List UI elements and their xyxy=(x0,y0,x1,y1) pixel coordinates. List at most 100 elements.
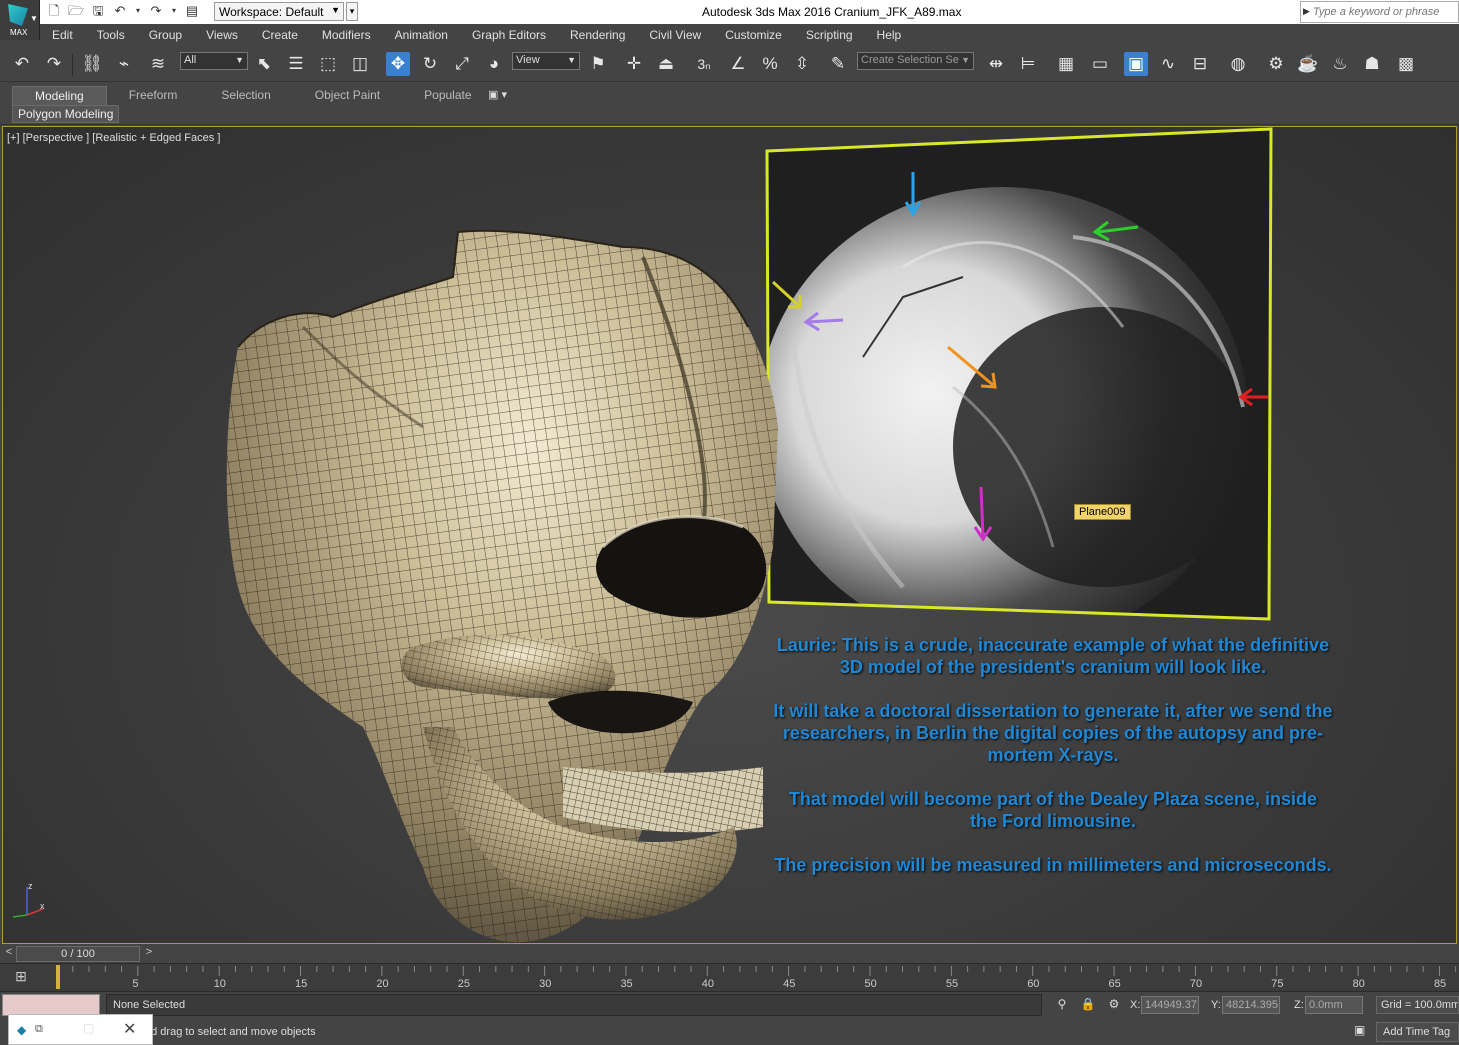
taskbar-thumbnail[interactable]: ◆ ⧉ ▢ ✕ xyxy=(8,1014,153,1045)
bind-to-space-warp-icon[interactable]: ≋ xyxy=(146,52,170,76)
select-and-place-icon[interactable]: ◕ xyxy=(482,52,506,76)
absolute-mode-transform-icon[interactable]: ⚙ xyxy=(1106,997,1122,1013)
select-object-icon[interactable]: ⬉ xyxy=(252,52,276,76)
open-file-icon[interactable]: 🗁 xyxy=(68,3,84,19)
material-editor-icon[interactable]: ◍ xyxy=(1226,52,1250,76)
isolate-selection-icon[interactable]: ⚲ xyxy=(1054,997,1070,1013)
layer-manager-icon[interactable]: ▦ xyxy=(1054,52,1078,76)
schematic-view-icon[interactable]: ⊟ xyxy=(1188,52,1212,76)
edit-named-selection-icon[interactable]: ✎ xyxy=(826,52,850,76)
tab-populate[interactable]: Populate xyxy=(402,86,493,106)
selection-lock-icon[interactable]: 🔒 xyxy=(1080,997,1096,1013)
chevron-down-icon: ▼ xyxy=(567,55,576,65)
menu-views[interactable]: Views xyxy=(194,28,250,42)
chevron-down-icon: ▼ xyxy=(30,14,38,23)
ruler-label: 55 xyxy=(946,978,958,990)
rendered-frame-window-icon[interactable]: ☕ xyxy=(1296,52,1320,76)
workspace-dropdown[interactable]: Workspace: Default ▼ xyxy=(214,2,344,21)
toolbar-separator xyxy=(72,54,73,76)
align-icon[interactable]: ⊨ xyxy=(1016,52,1040,76)
menu-group[interactable]: Group xyxy=(137,28,194,42)
close-icon[interactable]: ✕ xyxy=(123,1019,136,1039)
undo-dropdown-icon[interactable]: ▾ xyxy=(134,3,142,19)
time-slider-thumb[interactable]: 0 / 100 xyxy=(16,946,140,962)
maxscript-listener[interactable] xyxy=(2,994,100,1016)
customize-qat-button[interactable]: ▾ xyxy=(346,2,358,21)
menu-help[interactable]: Help xyxy=(865,28,914,42)
selection-filter-dropdown[interactable]: All ▼ xyxy=(180,52,248,70)
ribbon-options-icon[interactable]: ▣ ▾ xyxy=(488,88,507,101)
menu-graph-editors[interactable]: Graph Editors xyxy=(460,28,558,42)
time-tag-icon[interactable]: ▣ xyxy=(1354,1023,1365,1037)
named-selection-dropdown[interactable]: Create Selection Se ▼ xyxy=(857,52,974,70)
angle-snap-icon[interactable]: ∠ xyxy=(726,52,750,76)
z-coordinate-field[interactable]: 0.0mm xyxy=(1305,996,1363,1014)
select-and-move-icon[interactable]: ✥ xyxy=(386,52,410,76)
menu-civil-view[interactable]: Civil View xyxy=(637,28,713,42)
menu-animation[interactable]: Animation xyxy=(383,28,460,42)
frame-ruler[interactable]: 5 10 15 20 25 30 35 40 45 50 55 60 65 70 75 80 85 xyxy=(56,964,1456,992)
add-time-tag-button[interactable]: Add Time Tag xyxy=(1376,1022,1459,1042)
track-bar[interactable]: ⊞ 5 10 15 20 25 30 35 40 45 50 55 60 65 70 75 80 85 xyxy=(0,963,1459,991)
perspective-viewport[interactable]: [+] [Perspective ] [Realistic + Edged Fa… xyxy=(2,126,1457,944)
select-and-scale-icon[interactable]: ⤢ xyxy=(450,52,474,76)
save-file-icon[interactable]: 🖫 xyxy=(90,3,106,19)
redo-icon[interactable]: ↷ xyxy=(148,3,164,19)
undo-icon[interactable]: ↶ xyxy=(112,3,128,19)
mirror-icon[interactable]: ⇹ xyxy=(984,52,1008,76)
keyboard-shortcut-override-icon[interactable]: ⏏ xyxy=(654,52,678,76)
restore-icon[interactable]: ⧉ xyxy=(35,1023,43,1036)
mini-curve-editor-icon[interactable]: ⊞ xyxy=(10,968,32,986)
rectangular-selection-icon[interactable]: ⬚ xyxy=(316,52,340,76)
render-setup-icon[interactable]: ⚙ xyxy=(1264,52,1288,76)
curve-editor-icon[interactable]: ∿ xyxy=(1156,52,1180,76)
select-manipulate-icon[interactable]: ✛ xyxy=(622,52,646,76)
menu-rendering[interactable]: Rendering xyxy=(558,28,637,42)
axis-tripod: z x xyxy=(12,881,45,918)
window-crossing-icon[interactable]: ◫ xyxy=(348,52,372,76)
next-frame-button[interactable]: > xyxy=(142,946,156,962)
new-file-icon[interactable]: 🗋 xyxy=(46,3,62,19)
toggle-ribbon-icon[interactable]: ▭ xyxy=(1088,52,1112,76)
prev-frame-button[interactable]: < xyxy=(2,946,16,962)
menu-scripting[interactable]: Scripting xyxy=(794,28,865,42)
render-iterative-icon[interactable]: ☗ xyxy=(1360,52,1384,76)
redo-dropdown-icon[interactable]: ▾ xyxy=(170,3,178,19)
expand-search-icon[interactable]: ▶ xyxy=(1303,6,1310,17)
scene-explorer-icon[interactable]: ▣ xyxy=(1124,52,1148,76)
menu-tools[interactable]: Tools xyxy=(85,28,137,42)
unlink-selection-icon[interactable]: ⌁ xyxy=(112,52,136,76)
select-and-rotate-icon[interactable]: ↻ xyxy=(418,52,442,76)
tab-modeling[interactable]: Modeling xyxy=(12,86,107,106)
pivot-center-icon[interactable]: ⚑ xyxy=(586,52,610,76)
spinner-snap-icon[interactable]: ⇳ xyxy=(790,52,814,76)
undo-icon[interactable]: ↶ xyxy=(10,52,34,76)
selection-filter-value: All xyxy=(184,54,197,66)
render-in-cloud-icon[interactable]: ▩ xyxy=(1394,52,1418,76)
tab-freeform[interactable]: Freeform xyxy=(107,86,200,106)
minimize-icon[interactable]: ▢ xyxy=(83,1021,94,1035)
reference-coordinate-dropdown[interactable]: View ▼ xyxy=(512,52,580,70)
redo-icon[interactable]: ↷ xyxy=(42,52,66,76)
x-coordinate-field[interactable]: 144949.37 xyxy=(1141,996,1199,1014)
snaps-toggle-icon[interactable]: 3ₙ xyxy=(692,52,716,76)
y-coordinate-field[interactable]: 48214.395 xyxy=(1222,996,1280,1014)
search-input[interactable] xyxy=(1313,4,1457,20)
ruler-label: 60 xyxy=(1027,978,1039,990)
menu-create[interactable]: Create xyxy=(250,28,310,42)
ruler-label: 20 xyxy=(376,978,388,990)
tab-object-paint[interactable]: Object Paint xyxy=(293,86,402,106)
render-production-icon[interactable]: ♨ xyxy=(1328,52,1352,76)
percent-snap-icon[interactable]: % xyxy=(758,52,782,76)
select-and-link-icon[interactable]: ⛓ xyxy=(80,52,104,76)
application-menu-button[interactable]: MAX ▼ xyxy=(0,0,40,40)
ruler-label: 30 xyxy=(539,978,551,990)
project-folder-icon[interactable]: ▤ xyxy=(184,3,200,19)
menu-modifiers[interactable]: Modifiers xyxy=(310,28,383,42)
select-by-name-icon[interactable]: ☰ xyxy=(284,52,308,76)
menu-customize[interactable]: Customize xyxy=(713,28,794,42)
tab-selection[interactable]: Selection xyxy=(199,86,292,106)
menu-edit[interactable]: Edit xyxy=(40,28,85,42)
current-frame-marker[interactable] xyxy=(56,965,60,989)
polygon-modeling-panel[interactable]: Polygon Modeling xyxy=(12,105,120,123)
